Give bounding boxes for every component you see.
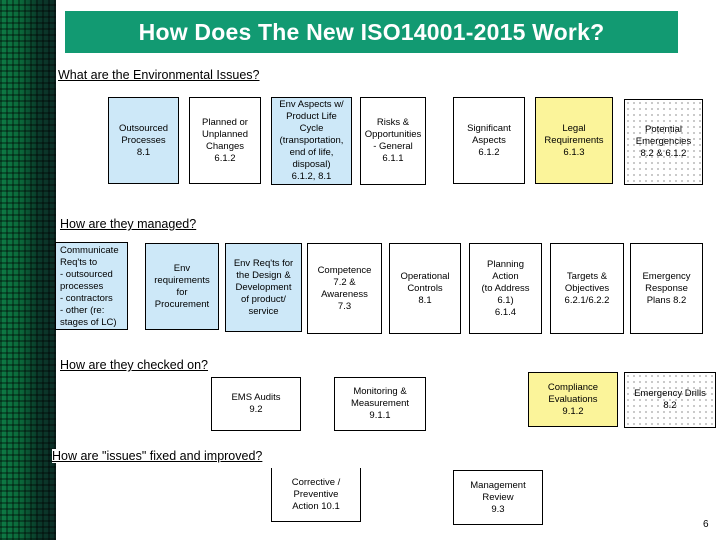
box-env-reqts-design-development: Env Req'ts for the Design & Development … [225,243,302,332]
section-heading-managed: How are they managed? [60,217,201,231]
box-outsourced-processes: Outsourced Processes 8.1 [108,97,179,184]
box-significant-aspects: Significant Aspects 6.1.2 [453,97,525,184]
box-management-review: Management Review 9.3 [453,470,543,525]
box-risks-opportunities: Risks & Opportunities - General 6.1.1 [360,97,426,185]
box-planned-unplanned-changes: Planned or Unplanned Changes 6.1.2 [189,97,261,184]
section-heading-improved: How are "issues" fixed and improved? [52,449,267,463]
box-monitoring-measurement: Monitoring & Measurement 9.1.1 [334,377,426,431]
page-number: 6 [703,519,709,530]
section-heading-issues: What are the Environmental Issues? [56,68,264,82]
box-communicate-reqts: Communicate Req'ts to - outsourced proce… [55,242,128,330]
box-potential-emergencies: Potential Emergencies 8.2 & 6.1.2 [624,99,703,185]
section-heading-checked: How are they checked on? [60,358,213,372]
box-targets-objectives: Targets & Objectives 6.2.1/6.2.2 [550,243,624,334]
box-compliance-evaluations: Compliance Evaluations 9.1.2 [528,372,618,427]
box-emergency-response-plans: Emergency Response Plans 8.2 [630,243,703,334]
box-operational-controls: Operational Controls 8.1 [389,243,461,334]
box-planning-action: Planning Action (to Address 6.1) 6.1.4 [469,243,542,334]
box-env-aspects-life-cycle: Env Aspects w/ Product Life Cycle (trans… [271,97,352,185]
box-competence-awareness: Competence 7.2 & Awareness 7.3 [307,243,382,334]
box-emergency-drills: Emergency Drills 8.2 [624,372,716,428]
box-env-requirements-procurement: Env requirements for Procurement [145,243,219,330]
decorative-left-strip [0,0,56,540]
slide-title: How Does The New ISO14001-2015 Work? [65,11,678,53]
box-ems-audits: EMS Audits 9.2 [211,377,301,431]
box-legal-requirements: Legal Requirements 6.1.3 [535,97,613,184]
box-corrective-preventive-action: Corrective / Preventive Action 10.1 [271,468,361,522]
